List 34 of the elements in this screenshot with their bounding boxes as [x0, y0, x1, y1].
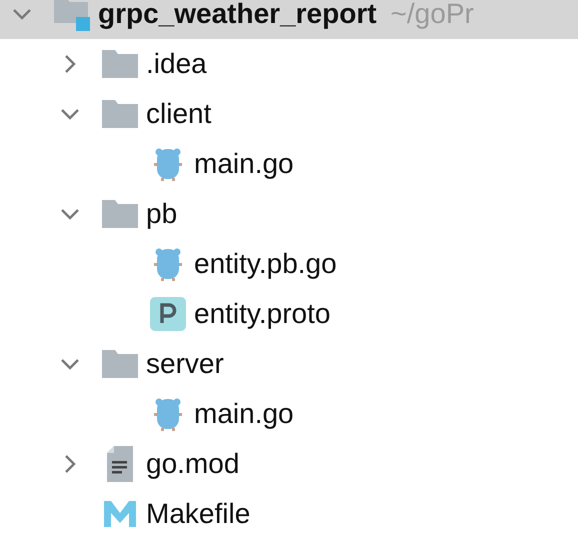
item-name: entity.pb.go: [194, 248, 337, 280]
tree-row[interactable]: go.mod: [0, 439, 578, 489]
tree-row[interactable]: pb: [0, 189, 578, 239]
folder-icon: [102, 200, 138, 228]
file-icon: [154, 246, 182, 282]
makefile-icon: [104, 501, 136, 527]
file-icon: [154, 146, 182, 182]
tree-row[interactable]: client: [0, 89, 578, 139]
item-name: grpc_weather_report: [98, 0, 377, 30]
tree-row[interactable]: main.go: [0, 389, 578, 439]
folder-icon: [102, 100, 138, 128]
item-name: pb: [146, 198, 178, 230]
item-name: main.go: [194, 148, 294, 180]
tree-row[interactable]: grpc_weather_report ~/goPr: [0, 0, 578, 39]
project-path: ~/goPr: [390, 0, 474, 30]
tree-row[interactable]: .idea: [0, 39, 578, 89]
proto-file-icon: [150, 297, 186, 331]
tree-row[interactable]: Makefile: [0, 489, 578, 537]
tree-row[interactable]: entity.proto: [0, 289, 578, 339]
tree-row[interactable]: entity.pb.go: [0, 239, 578, 289]
tree-row[interactable]: main.go: [0, 139, 578, 189]
item-name: .idea: [146, 48, 207, 80]
item-name: go.mod: [146, 448, 240, 480]
item-name: main.go: [194, 398, 294, 430]
folder-icon: [102, 50, 138, 78]
module-folder-icon: [53, 0, 91, 31]
folder-icon: [102, 350, 138, 378]
item-name: server: [146, 348, 224, 380]
item-name: Makefile: [146, 498, 250, 530]
file-icon: [154, 396, 182, 432]
item-name: client: [146, 98, 212, 130]
text-file-icon: [107, 446, 133, 482]
tree-row[interactable]: server: [0, 339, 578, 389]
item-name: entity.proto: [194, 298, 330, 330]
